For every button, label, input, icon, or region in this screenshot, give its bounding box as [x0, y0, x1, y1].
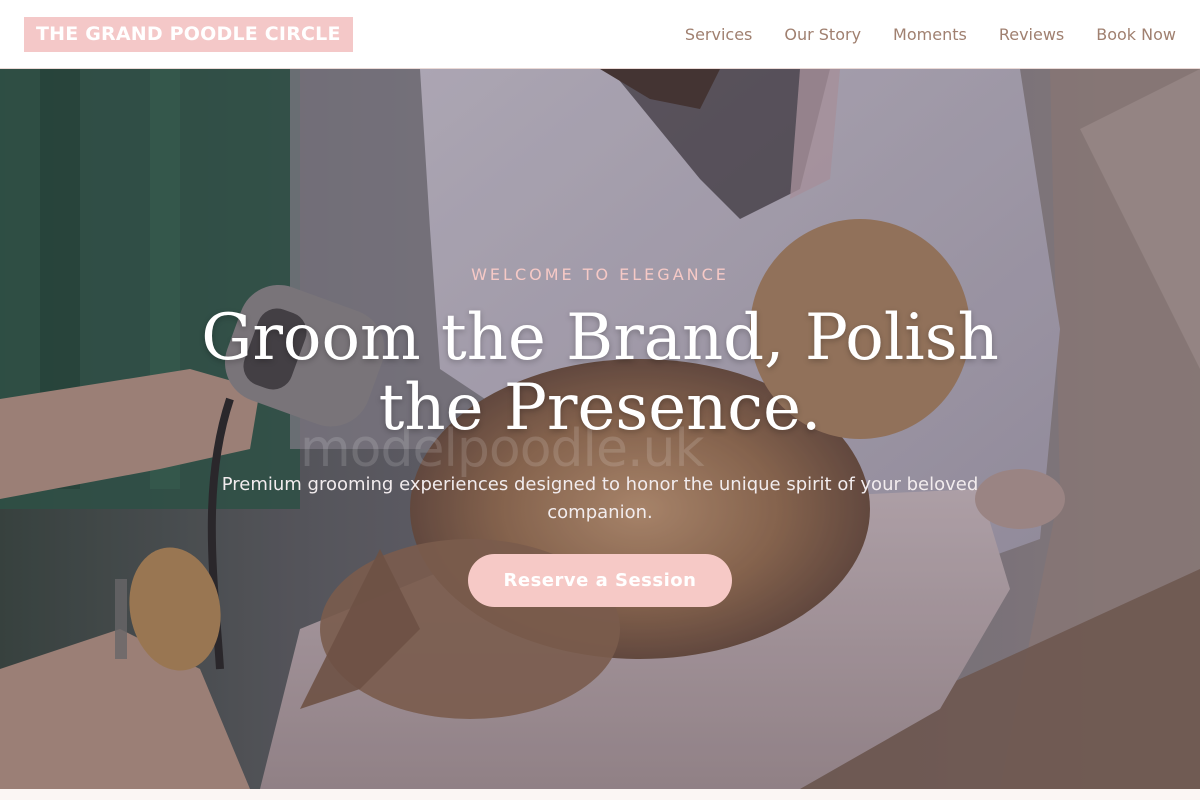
hero-headline: Groom the Brand, Polish the Presence.	[201, 301, 999, 445]
hero-content: WELCOME TO ELEGANCE Groom the Brand, Pol…	[0, 69, 1200, 789]
main-nav: Services Our Story Moments Reviews Book …	[685, 25, 1176, 44]
hero-subtext: Premium grooming experiences designed to…	[221, 474, 979, 523]
hero-section: modelpoodle.uk WELCOME TO ELEGANCE Groom…	[0, 69, 1200, 789]
top-navbar: THE GRAND POODLE CIRCLE Services Our Sto…	[0, 0, 1200, 69]
nav-link-services[interactable]: Services	[685, 25, 752, 44]
nav-link-our-story[interactable]: Our Story	[784, 25, 861, 44]
hero-eyebrow: WELCOME TO ELEGANCE	[471, 265, 729, 284]
nav-link-book-now[interactable]: Book Now	[1096, 25, 1176, 44]
nav-link-moments[interactable]: Moments	[893, 25, 967, 44]
page-bottom-strip	[0, 789, 1200, 800]
nav-link-reviews[interactable]: Reviews	[999, 25, 1064, 44]
reserve-session-button[interactable]: Reserve a Session	[468, 554, 732, 607]
brand-logo[interactable]: THE GRAND POODLE CIRCLE	[24, 16, 353, 52]
